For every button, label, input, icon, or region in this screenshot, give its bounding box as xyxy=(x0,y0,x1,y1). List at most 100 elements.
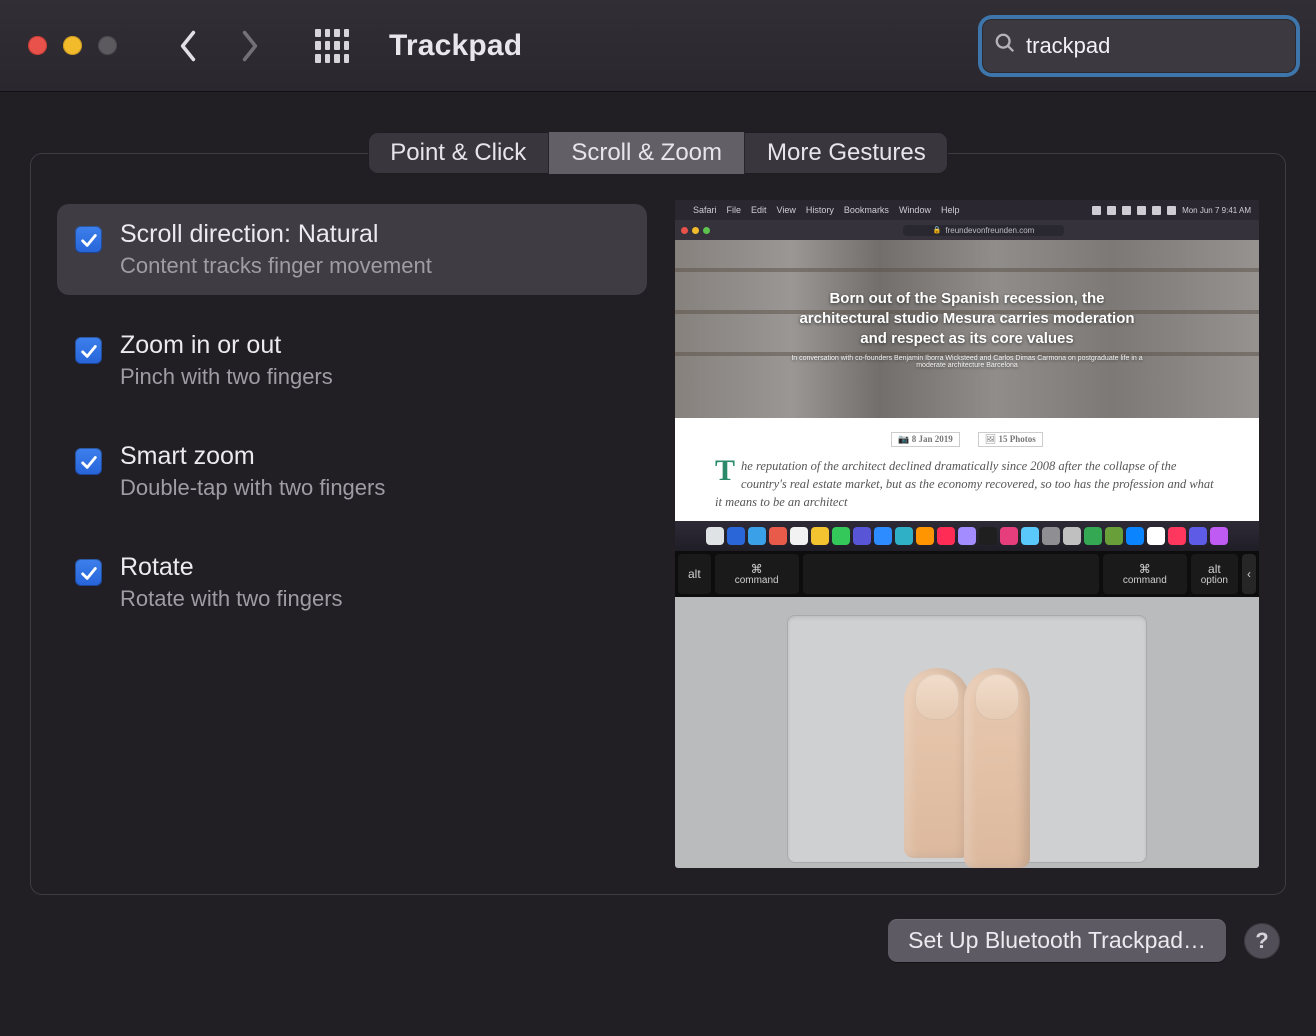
search-field[interactable] xyxy=(982,19,1296,73)
setup-bluetooth-button[interactable]: Set Up Bluetooth Trackpad… xyxy=(888,919,1226,962)
dock-app-icon xyxy=(937,527,955,545)
dock-app-icon xyxy=(1168,527,1186,545)
option-subtitle: Pinch with two fingers xyxy=(120,364,333,390)
hero-sub: In conversation with co-founders Benjami… xyxy=(787,355,1147,369)
dock-app-icon xyxy=(748,527,766,545)
preview-hero-text: Born out of the Spanish recession, the a… xyxy=(675,240,1259,418)
forward-button[interactable] xyxy=(239,29,261,63)
option-scroll-direction[interactable]: Scroll direction: Natural Content tracks… xyxy=(57,204,647,295)
finger-icon xyxy=(964,668,1030,868)
dock-app-icon xyxy=(727,527,745,545)
key-alt-right: altoption xyxy=(1191,554,1238,594)
preview-meta: 📷 8 Jan 2019 🖼 15 Photos xyxy=(715,432,1219,447)
menu-item: Safari xyxy=(693,205,717,215)
dock-app-icon xyxy=(1063,527,1081,545)
dock-app-icon xyxy=(1000,527,1018,545)
option-smart-zoom[interactable]: Smart zoom Double-tap with two fingers xyxy=(57,426,647,517)
hero-line: architectural studio Mesura carries mode… xyxy=(799,309,1134,329)
option-subtitle: Rotate with two fingers xyxy=(120,586,343,612)
dock-app-icon xyxy=(874,527,892,545)
dock-app-icon xyxy=(811,527,829,545)
dock-app-icon xyxy=(853,527,871,545)
dock-app-icon xyxy=(769,527,787,545)
option-subtitle: Content tracks finger movement xyxy=(120,253,432,279)
hero-line: and respect as its core values xyxy=(799,329,1134,349)
option-zoom[interactable]: Zoom in or out Pinch with two fingers xyxy=(57,315,647,406)
menubar-clock: Mon Jun 7 9:41 AM xyxy=(1182,206,1251,215)
dropcap: T xyxy=(715,457,741,484)
close-window-button[interactable] xyxy=(28,36,47,55)
hero-line: Born out of the Spanish recession, the xyxy=(799,289,1134,309)
dock-app-icon xyxy=(1210,527,1228,545)
option-text: Rotate Rotate with two fingers xyxy=(120,553,343,612)
nav-buttons xyxy=(177,29,261,63)
tab-point-click[interactable]: Point & Click xyxy=(368,132,549,174)
dock-app-icon xyxy=(706,527,724,545)
checkbox-scroll-direction[interactable] xyxy=(75,226,102,253)
menu-item: View xyxy=(777,205,796,215)
dock-app-icon xyxy=(1147,527,1165,545)
touchbar-spacer xyxy=(803,554,1099,594)
checkbox-rotate[interactable] xyxy=(75,559,102,586)
gesture-preview: Safari File Edit View History Bookmarks … xyxy=(675,200,1259,868)
dock-app-icon xyxy=(895,527,913,545)
checkbox-smart-zoom[interactable] xyxy=(75,448,102,475)
menu-item: File xyxy=(727,205,742,215)
tab-scroll-zoom[interactable]: Scroll & Zoom xyxy=(549,132,745,174)
checkbox-zoom[interactable] xyxy=(75,337,102,364)
article-text: he reputation of the architect declined … xyxy=(715,459,1214,509)
dock-app-icon xyxy=(1105,527,1123,545)
preview-article-body: The reputation of the architect declined… xyxy=(715,457,1219,511)
footer: Set Up Bluetooth Trackpad… ? xyxy=(0,895,1316,962)
preview-laptop-body xyxy=(675,597,1259,868)
option-subtitle: Double-tap with two fingers xyxy=(120,475,385,501)
preview-touchbar: altoption ⌘command ⌘command altoption ‹ xyxy=(675,551,1259,597)
dock-app-icon xyxy=(832,527,850,545)
option-title: Smart zoom xyxy=(120,442,385,471)
back-button[interactable] xyxy=(177,29,199,63)
page-title: Trackpad xyxy=(389,29,522,63)
window-toolbar: Trackpad xyxy=(0,0,1316,92)
search-icon xyxy=(994,32,1016,59)
touchbar-arrow-icon: ‹ xyxy=(1242,554,1256,594)
traffic-lights xyxy=(28,36,117,55)
menu-item: Window xyxy=(899,205,931,215)
dock-app-icon xyxy=(958,527,976,545)
menu-item: History xyxy=(806,205,834,215)
meta-date: 📷 8 Jan 2019 xyxy=(891,432,959,447)
option-title: Zoom in or out xyxy=(120,331,333,360)
menu-item: Edit xyxy=(751,205,767,215)
preview-url: freundevonfreunden.com xyxy=(903,225,1065,236)
minimize-window-button[interactable] xyxy=(63,36,82,55)
preview-article: 📷 8 Jan 2019 🖼 15 Photos The reputation … xyxy=(675,418,1259,521)
menu-item: Bookmarks xyxy=(844,205,889,215)
preview-dock xyxy=(675,521,1259,551)
option-rotate[interactable]: Rotate Rotate with two fingers xyxy=(57,537,647,628)
search-input[interactable] xyxy=(1026,33,1314,59)
options-list: Scroll direction: Natural Content tracks… xyxy=(57,200,647,868)
option-text: Zoom in or out Pinch with two fingers xyxy=(120,331,333,390)
dock-app-icon xyxy=(1126,527,1144,545)
key-command-left: ⌘command xyxy=(715,554,799,594)
preview-hero: Born out of the Spanish recession, the a… xyxy=(675,240,1259,418)
key-alt-left: altoption xyxy=(678,554,711,594)
dock-app-icon xyxy=(1084,527,1102,545)
option-title: Scroll direction: Natural xyxy=(120,220,432,249)
dock-app-icon xyxy=(1021,527,1039,545)
zoom-window-button[interactable] xyxy=(98,36,117,55)
dock-app-icon xyxy=(1042,527,1060,545)
meta-photos: 🖼 15 Photos xyxy=(978,432,1043,447)
menu-item: Help xyxy=(941,205,960,215)
dock-app-icon xyxy=(790,527,808,545)
option-title: Rotate xyxy=(120,553,343,582)
dock-app-icon xyxy=(979,527,997,545)
tab-more-gestures[interactable]: More Gestures xyxy=(745,132,948,174)
dock-app-icon xyxy=(916,527,934,545)
preview-browser-chrome: freundevonfreunden.com xyxy=(675,220,1259,240)
help-button[interactable]: ? xyxy=(1244,923,1280,959)
show-all-icon[interactable] xyxy=(315,29,349,63)
option-text: Scroll direction: Natural Content tracks… xyxy=(120,220,432,279)
dock-app-icon xyxy=(1189,527,1207,545)
finger-icon xyxy=(904,668,970,858)
menubar-status: Mon Jun 7 9:41 AM xyxy=(1092,206,1251,215)
